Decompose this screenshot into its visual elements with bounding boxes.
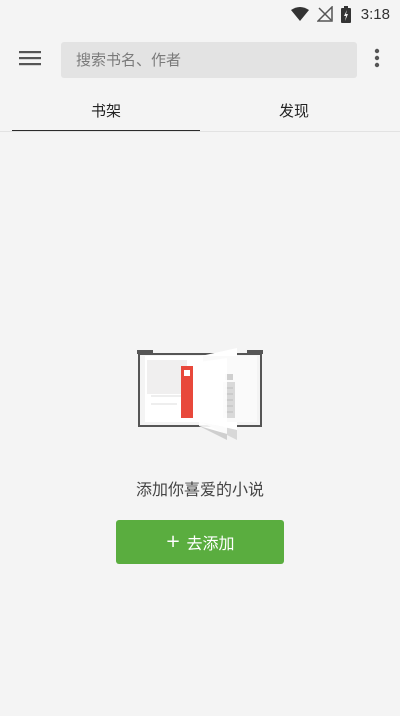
- menu-button[interactable]: [16, 46, 44, 74]
- wifi-icon: [290, 7, 309, 21]
- plus-icon: +: [165, 531, 181, 552]
- add-book-button-label: 去添加: [186, 534, 235, 553]
- empty-state-message: 添加你喜爱的小说: [135, 480, 264, 499]
- status-bar: 3:18: [0, 0, 400, 28]
- empty-bookshelf-illustration: [137, 348, 263, 440]
- toolbar: [0, 38, 400, 82]
- tab-bookshelf-label: 书架: [90, 101, 121, 120]
- tab-discover-label: 发现: [278, 101, 309, 120]
- no-signal-icon: [316, 6, 333, 22]
- add-book-button[interactable]: + 去添加: [116, 520, 284, 564]
- hamburger-menu-icon: [19, 50, 41, 70]
- tab-bookshelf[interactable]: 书架: [12, 88, 200, 132]
- battery-charging-icon: [340, 5, 351, 23]
- tab-bar: 书架 发现: [12, 88, 388, 132]
- app-screen: 3:18 搜索书名、作者 书架 发现 添加你喜爱的小说 + 去添加: [0, 0, 400, 716]
- search-box[interactable]: [61, 42, 357, 78]
- status-time: 3:18: [360, 5, 390, 23]
- tab-divider: [0, 131, 400, 132]
- more-vertical-icon: [374, 48, 380, 72]
- more-options-button[interactable]: [366, 46, 388, 74]
- search-input[interactable]: [74, 50, 357, 70]
- tab-discover[interactable]: 发现: [200, 88, 388, 132]
